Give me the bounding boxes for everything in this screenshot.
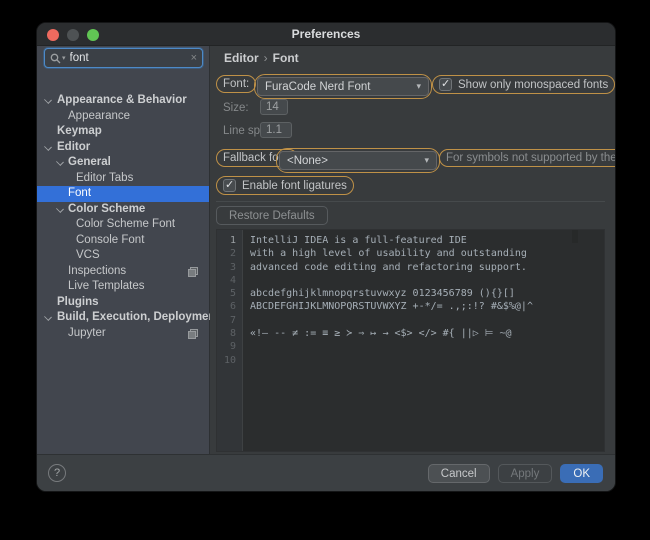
font-settings-panel: Editor › Font Font: FuraCode Nerd Font ▾ ✓…: [210, 46, 615, 454]
enable-ligatures-checkbox[interactable]: ✓ Enable font ligatures: [223, 179, 347, 192]
preview-line: ABCDEFGHIJKLMNOPQRSTUVWXYZ +-*/= .,;:!? …: [250, 301, 533, 313]
window-title: Preferences: [291, 27, 361, 41]
traffic-lights: [47, 29, 99, 41]
preview-line: advanced code editing and refactoring su…: [250, 261, 527, 273]
chevron-down-icon: ▾: [416, 81, 421, 91]
fallback-combo-highlight: <None> ▾: [276, 148, 440, 173]
chevron-down-icon[interactable]: [44, 144, 52, 152]
breadcrumb-separator: ›: [263, 51, 268, 65]
sidebar-item-appearance-behavior[interactable]: Appearance & Behavior: [37, 93, 209, 109]
preview-line: «!— -- ≠ := ≡ ≥ ≻ ⇒ ↦ → <$> </> #{ ||▷ ⊨…: [250, 328, 512, 340]
search-options-caret-icon: ▾: [62, 55, 66, 62]
fallback-font-select[interactable]: <None> ▾: [279, 151, 437, 170]
footer-buttons: Cancel Apply OK: [427, 464, 603, 483]
size-field[interactable]: 14: [260, 99, 288, 115]
close-window-button[interactable]: [47, 29, 59, 41]
checkbox-checked-icon[interactable]: ✓: [439, 78, 452, 91]
show-monospaced-checkbox[interactable]: ✓ Show only monospaced fonts: [439, 78, 608, 91]
section-divider: [216, 201, 605, 202]
sidebar-item-editor[interactable]: Editor: [37, 140, 209, 156]
editor-gutter: 1 2 3 4 5 6 7 8 9 10: [217, 230, 243, 451]
font-family-select[interactable]: FuraCode Nerd Font ▾: [257, 77, 429, 96]
fallback-hint-text: For symbols not supported by the main fo…: [446, 152, 615, 164]
preview-line: [244, 354, 604, 367]
sidebar-item-console-font[interactable]: Console Font: [37, 233, 209, 249]
sidebar-item-vcs[interactable]: VCS: [37, 248, 209, 264]
sidebar-item-editor-tabs[interactable]: Editor Tabs: [37, 171, 209, 187]
sidebar-item-jupyter[interactable]: Jupyter: [37, 326, 209, 342]
sidebar-item-plugins[interactable]: Plugins: [37, 295, 209, 311]
sidebar-item-color-scheme-font[interactable]: Color Scheme Font: [37, 217, 209, 233]
cancel-button[interactable]: Cancel: [427, 464, 490, 483]
preview-text-area[interactable]: IntelliJ IDEA is a full-featured IDE wit…: [244, 230, 604, 451]
preview-line: [244, 274, 604, 287]
apply-button[interactable]: Apply: [497, 464, 553, 483]
preview-line: [244, 314, 604, 327]
settings-sidebar: ▾ × Appearance & Behavior Appearance Key…: [37, 46, 219, 454]
clear-search-icon[interactable]: ×: [191, 52, 197, 64]
preview-line: with a high level of usability and outst…: [250, 248, 527, 260]
sidebar-item-general[interactable]: General: [37, 155, 209, 171]
right-margin-guide: [572, 230, 578, 244]
minimize-window-button[interactable]: [67, 29, 79, 41]
line-spacing-field[interactable]: 1.1: [260, 122, 292, 138]
settings-badge-icon: [188, 266, 198, 277]
dialog-body: ▾ × Appearance & Behavior Appearance Key…: [37, 46, 615, 454]
dialog-footer: ? Cancel Apply OK: [37, 454, 615, 491]
monospace-checkbox-highlight: ✓ Show only monospaced fonts: [432, 75, 615, 94]
chevron-down-icon[interactable]: [56, 206, 64, 214]
search-icon: ▾: [50, 53, 66, 64]
chevron-down-icon[interactable]: [44, 314, 52, 322]
title-bar: Preferences: [37, 23, 615, 46]
ligatures-checkbox-highlight: ✓ Enable font ligatures: [216, 176, 354, 195]
settings-search-box[interactable]: ▾ ×: [44, 48, 203, 68]
sidebar-item-color-scheme[interactable]: Color Scheme: [37, 202, 209, 218]
sidebar-item-font[interactable]: Font: [37, 186, 209, 202]
font-label: Font:: [223, 78, 250, 90]
chevron-down-icon[interactable]: [56, 159, 64, 167]
checkbox-checked-icon[interactable]: ✓: [223, 179, 236, 192]
chevron-down-icon: ▾: [424, 155, 429, 165]
breadcrumb-editor[interactable]: Editor: [224, 51, 259, 65]
settings-badge-icon: [188, 328, 198, 339]
preferences-window: Preferences ▾ × Appearance & Behavior Ap…: [36, 22, 616, 492]
sidebar-item-appearance[interactable]: Appearance: [37, 109, 209, 125]
preview-line: IntelliJ IDEA is a full-featured IDE: [250, 235, 467, 246]
chevron-down-icon[interactable]: [44, 97, 52, 105]
preview-line: [244, 340, 604, 353]
fallback-hint-highlight: For symbols not supported by the main fo…: [439, 149, 615, 167]
preview-line: abcdefghijklmnopqrstuvwxyz 0123456789 ()…: [250, 288, 515, 300]
ok-button[interactable]: OK: [560, 464, 603, 483]
sidebar-item-keymap[interactable]: Keymap: [37, 124, 209, 140]
font-preview-editor[interactable]: 1 2 3 4 5 6 7 8 9 10 IntelliJ IDEA is a …: [216, 229, 605, 452]
size-label: Size:: [223, 102, 249, 114]
sidebar-item-inspections[interactable]: Inspections: [37, 264, 209, 280]
help-button[interactable]: ?: [48, 464, 66, 482]
sidebar-item-live-templates[interactable]: Live Templates: [37, 279, 209, 295]
breadcrumb: Editor › Font: [224, 51, 299, 65]
font-label-highlight: Font:: [216, 75, 257, 93]
restore-defaults-button[interactable]: Restore Defaults: [216, 206, 328, 225]
breadcrumb-font: Font: [272, 51, 299, 65]
search-input[interactable]: [69, 52, 191, 64]
zoom-window-button[interactable]: [87, 29, 99, 41]
font-combo-highlight: FuraCode Nerd Font ▾: [254, 74, 432, 99]
settings-tree: Appearance & Behavior Appearance Keymap …: [37, 93, 219, 342]
sidebar-item-build-execution-deployment[interactable]: Build, Execution, Deployment: [37, 310, 219, 326]
